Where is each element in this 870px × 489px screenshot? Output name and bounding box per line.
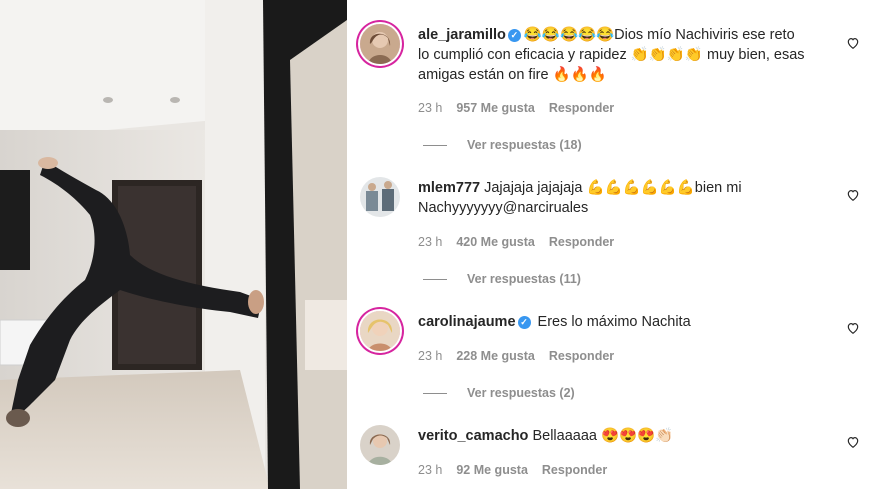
comment-body-line: amigas están on fire 🔥🔥🔥 bbox=[418, 67, 607, 83]
comment-likes[interactable]: 92 Me gusta bbox=[456, 463, 528, 477]
comment-text: carolinajaume ✓ Eres lo máximo Nachita bbox=[418, 312, 838, 332]
post-photo bbox=[0, 0, 347, 489]
comment-time: 23 h bbox=[418, 235, 443, 249]
comment-likes[interactable]: 228 Me gusta bbox=[456, 349, 535, 363]
comment-time: 23 h bbox=[418, 349, 443, 363]
comment-text: ale_jaramillo ✓ 😂😂😂😂😂Dios mío Nachiviris e… bbox=[418, 25, 838, 85]
comment-time: 23 h bbox=[418, 101, 443, 115]
comment-meta: 23 h 92 Me gusta Responder bbox=[418, 463, 621, 477]
view-replies-button[interactable]: Ver respuestas (11) bbox=[423, 272, 581, 286]
reply-button[interactable]: Responder bbox=[542, 463, 607, 477]
heart-outline-icon[interactable] bbox=[846, 435, 860, 449]
comment-time: 23 h bbox=[418, 463, 443, 477]
reply-button[interactable]: Responder bbox=[549, 101, 614, 115]
verified-badge-icon: ✓ bbox=[517, 316, 531, 329]
reply-button[interactable]: Responder bbox=[549, 235, 614, 249]
avatar[interactable] bbox=[360, 177, 400, 217]
comment-username[interactable]: verito_camacho bbox=[418, 428, 528, 444]
divider bbox=[423, 145, 447, 147]
view-replies-label: Ver respuestas (18) bbox=[467, 138, 582, 152]
comments-panel: ale_jaramillo ✓ 😂😂😂😂😂Dios mío Nachiviris e… bbox=[347, 0, 870, 489]
divider bbox=[423, 279, 447, 281]
divider bbox=[423, 393, 447, 395]
view-replies-label: Ver respuestas (11) bbox=[467, 272, 581, 286]
heart-outline-icon[interactable] bbox=[846, 36, 860, 50]
view-replies-button[interactable]: Ver respuestas (2) bbox=[423, 386, 575, 400]
comment-likes[interactable]: 420 Me gusta bbox=[456, 235, 535, 249]
comment-text: verito_camacho Bellaaaaa 😍😍😍👏🏻 bbox=[418, 426, 838, 446]
view-replies-label: Ver respuestas (2) bbox=[467, 386, 575, 400]
heart-outline-icon[interactable] bbox=[846, 188, 860, 202]
heart-outline-icon[interactable] bbox=[846, 321, 860, 335]
comment-meta: 23 h 957 Me gusta Responder bbox=[418, 101, 628, 115]
comment-body-line: 😂😂😂😂😂Dios mío Nachiviris ese reto bbox=[523, 27, 795, 43]
comment-username[interactable]: mlem777 bbox=[418, 180, 480, 196]
avatar[interactable] bbox=[360, 425, 400, 465]
view-replies-button[interactable]: Ver respuestas (18) bbox=[423, 138, 582, 152]
comment-body-line: Bellaaaaa 😍😍😍👏🏻 bbox=[532, 428, 674, 444]
post-image bbox=[0, 0, 347, 489]
comment-username[interactable]: ale_jaramillo bbox=[418, 27, 506, 43]
comment-likes[interactable]: 957 Me gusta bbox=[456, 101, 535, 115]
comment-text: mlem777 Jajajaja jajajaja 💪💪💪💪💪💪bien mi … bbox=[418, 178, 838, 218]
comment-body-line: lo cumplió con eficacia y rapidez 👏👏👏👏 m… bbox=[418, 47, 805, 63]
comment-username[interactable]: carolinajaume bbox=[418, 314, 516, 330]
comment-body-line: Eres lo máximo Nachita bbox=[537, 314, 691, 330]
avatar[interactable] bbox=[360, 24, 400, 64]
comment-meta: 23 h 228 Me gusta Responder bbox=[418, 349, 628, 363]
comment-meta: 23 h 420 Me gusta Responder bbox=[418, 235, 628, 249]
reply-button[interactable]: Responder bbox=[549, 349, 614, 363]
comment-body-line: Nachyyyyyyy@narciruales bbox=[418, 200, 589, 216]
avatar[interactable] bbox=[360, 311, 400, 351]
comment-body-line: Jajajaja jajajaja 💪💪💪💪💪💪bien mi bbox=[484, 180, 742, 196]
verified-badge-icon: ✓ bbox=[507, 29, 521, 42]
